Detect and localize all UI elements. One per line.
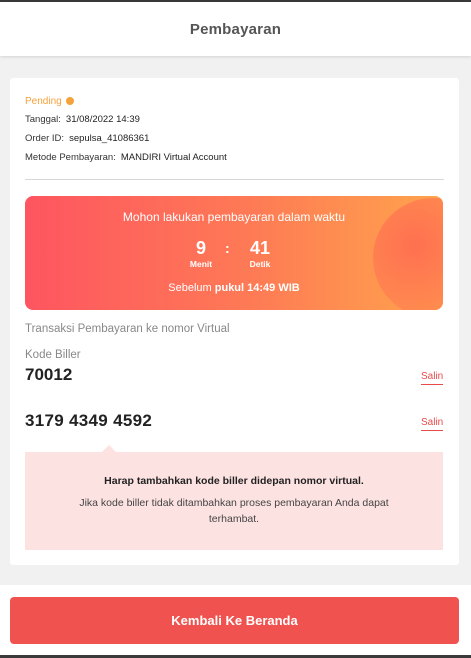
payment-timer-banner: Mohon lakukan pembayaran dalam waktu 9 M… [25,196,443,310]
deadline-time: pukul 14:49 WIB [214,282,300,294]
note-pointer [101,445,117,453]
timer-title: Mohon lakukan pembayaran dalam waktu [122,210,346,224]
payment-method-label: Metode Pembayaran: [25,152,116,163]
divider [25,179,444,180]
app-header: Pembayaran [0,2,471,56]
payment-method-row: Metode Pembayaran: MANDIRI Virtual Accoun… [25,152,227,163]
status-dot-icon [65,96,74,105]
deadline-prefix: Sebelum [168,282,212,294]
minutes-label: Menit [189,259,213,269]
payment-method-value: MANDIRI Virtual Account [120,152,227,163]
order-id-row: Order ID: sepulsa_41086361 [25,133,149,144]
status-text: Pending [25,96,62,107]
deadline-text: Sebelum pukul 14:49 WIB [25,282,443,294]
seconds-label: Detik [249,259,271,269]
minutes-value: 9 [195,238,206,258]
back-to-home-button[interactable]: Kembali Ke Beranda [10,597,459,644]
virtual-account-number: 3179 4349 4592 [25,411,153,430]
copy-biller-code-link[interactable]: Salin [421,371,444,385]
status-badge: Pending [25,96,74,107]
order-date-label: Tanggal: [25,114,61,125]
biller-note-box: Harap tambahkan kode biller didepan nomo… [25,445,443,550]
countdown: 9 Menit : 41 Detik [25,238,443,272]
payment-card: Pending Tanggal: 31/08/2022 14:39 Order I… [10,78,459,565]
order-id-value: sepulsa_41086361 [69,133,150,144]
countdown-separator: : [225,240,230,256]
order-id-label: Order ID: [25,133,65,144]
countdown-seconds: 41 Detik [235,238,285,269]
order-date-value: 31/08/2022 14:39 [65,114,140,125]
note-title: Harap tambahkan kode biller didepan nomo… [104,475,364,487]
order-date-row: Tanggal: 31/08/2022 14:39 [25,114,140,125]
seconds-value: 41 [249,238,271,258]
biller-code-label: Kode Biller [25,349,81,361]
note-body: Jika kode biller tidak ditambahkan prose… [79,497,389,525]
page-title: Pembayaran [189,20,282,38]
copy-virtual-account-link[interactable]: Salin [421,417,444,431]
biller-code-value: 70012 [25,365,73,384]
countdown-minutes: 9 Menit [176,238,226,269]
virtual-transfer-title: Transaksi Pembayaran ke nomor Virtual [25,323,230,335]
